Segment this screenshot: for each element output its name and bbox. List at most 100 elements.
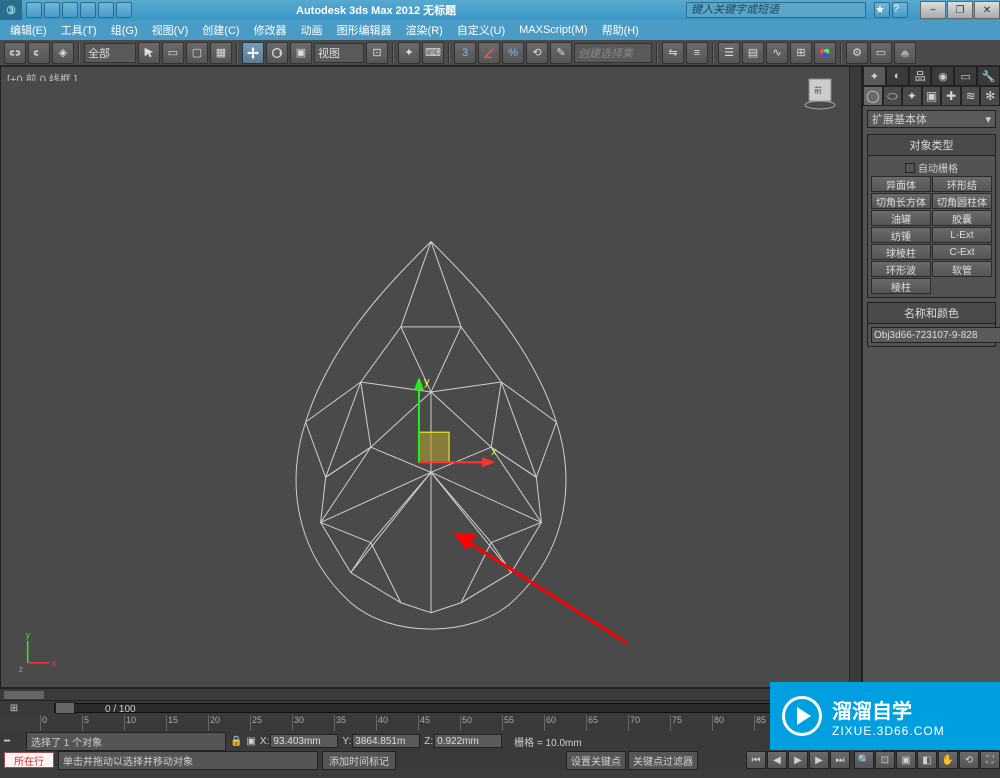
object-type-button[interactable]: 异面体: [871, 176, 931, 192]
menu-animation[interactable]: 动画: [295, 20, 329, 40]
graphite-tools-icon[interactable]: ▤: [742, 42, 764, 64]
nav-zoom-icon[interactable]: 🔍: [854, 751, 874, 769]
maximize-button[interactable]: ❐: [947, 1, 973, 19]
isolate-icon[interactable]: ▣: [246, 736, 255, 747]
curve-editor-icon[interactable]: ∿: [766, 42, 788, 64]
menu-help[interactable]: 帮助(H): [596, 20, 645, 40]
percent-snap-icon[interactable]: %: [502, 42, 524, 64]
view-cube[interactable]: 前: [801, 73, 841, 113]
key-filters-button[interactable]: 关键点过滤器: [628, 751, 698, 770]
nav-zoom-all-icon[interactable]: ⊡: [875, 751, 895, 769]
scrollbar-thumb[interactable]: [4, 691, 44, 699]
ref-coord-dropdown[interactable]: 视图: [314, 43, 364, 63]
next-frame-icon[interactable]: ▶: [809, 751, 829, 769]
render-setup-icon[interactable]: ⚙: [846, 42, 868, 64]
close-button[interactable]: ✕: [974, 1, 1000, 19]
select-name-icon[interactable]: ▭: [162, 42, 184, 64]
pivot-center-icon[interactable]: ⊡: [366, 42, 388, 64]
play-icon[interactable]: ▶: [788, 751, 808, 769]
object-type-button[interactable]: 球棱柱: [871, 244, 931, 260]
spinner-snap-icon[interactable]: ⟲: [526, 42, 548, 64]
tab-utilities[interactable]: 🔧: [977, 66, 1000, 86]
snap-toggle-icon[interactable]: 3: [454, 42, 476, 64]
coord-y-input[interactable]: [352, 734, 420, 748]
render-production-icon[interactable]: [894, 42, 916, 64]
menu-edit[interactable]: 编辑(E): [4, 20, 53, 40]
time-ruler[interactable]: 0510152025303540455055606570758085909510…: [40, 715, 880, 731]
select-rotate-icon[interactable]: [266, 42, 288, 64]
bind-spacewarp-icon[interactable]: ◈: [52, 42, 74, 64]
object-type-button[interactable]: C-Ext: [932, 244, 992, 260]
nav-fov-icon[interactable]: ◧: [917, 751, 937, 769]
object-type-button[interactable]: 切角圆柱体: [932, 193, 992, 209]
menu-maxscript[interactable]: MAXScript(M): [513, 22, 593, 38]
menu-tools[interactable]: 工具(T): [55, 20, 103, 40]
menu-customize[interactable]: 自定义(U): [451, 20, 511, 40]
rollup-head-objtype[interactable]: 对象类型: [868, 135, 995, 156]
star-icon[interactable]: ★: [874, 2, 890, 18]
named-selection-dropdown[interactable]: 创建选择集: [574, 43, 652, 63]
menu-view[interactable]: 视图(V): [146, 20, 195, 40]
sub-systems-icon[interactable]: ✻: [980, 86, 1000, 106]
rollup-head-name[interactable]: 名称和颜色: [868, 303, 995, 324]
tab-display[interactable]: ▭: [954, 66, 977, 86]
qat-redo-icon[interactable]: [98, 2, 114, 18]
lock-icon[interactable]: 🔒: [230, 736, 242, 747]
unlink-icon[interactable]: [28, 42, 50, 64]
help-icon[interactable]: ?: [892, 2, 908, 18]
menu-group[interactable]: 组(G): [105, 20, 144, 40]
manipulate-icon[interactable]: ✦: [398, 42, 420, 64]
autogrid-checkbox[interactable]: [905, 163, 915, 173]
help-search-input[interactable]: 键入关键字或短语: [686, 2, 866, 18]
sub-helpers-icon[interactable]: ✚: [941, 86, 961, 106]
object-type-button[interactable]: 切角长方体: [871, 193, 931, 209]
menu-create[interactable]: 创建(C): [196, 20, 245, 40]
mirror-icon[interactable]: ⇋: [662, 42, 684, 64]
qat-save-icon[interactable]: [62, 2, 78, 18]
object-type-button[interactable]: L-Ext: [932, 227, 992, 243]
sub-geometry-icon[interactable]: ◯: [863, 86, 883, 106]
sub-lights-icon[interactable]: ✦: [902, 86, 922, 106]
time-slider-thumb[interactable]: [55, 702, 75, 714]
tab-motion[interactable]: ◉: [931, 66, 954, 86]
select-region-icon[interactable]: ▢: [186, 42, 208, 64]
link-icon[interactable]: [4, 42, 26, 64]
edit-named-sel-icon[interactable]: ✎: [550, 42, 572, 64]
add-time-tag-button[interactable]: 添加时间标记: [322, 751, 396, 770]
sub-shapes-icon[interactable]: ⬭: [883, 86, 903, 106]
tab-hierarchy[interactable]: 品: [909, 66, 932, 86]
goto-end-icon[interactable]: ⏭: [830, 751, 850, 769]
rendered-frame-icon[interactable]: ▭: [870, 42, 892, 64]
viewport-scrollbar-v[interactable]: [849, 67, 861, 687]
sub-cameras-icon[interactable]: ▣: [922, 86, 942, 106]
selection-filter-dropdown[interactable]: 全部: [84, 43, 136, 63]
time-slider-track[interactable]: 0 / 100: [54, 703, 894, 713]
lock-selection-icon[interactable]: ━: [4, 736, 22, 747]
object-name-input[interactable]: [871, 327, 1000, 343]
object-type-button[interactable]: 环形结: [932, 176, 992, 192]
layer-manager-icon[interactable]: ☰: [718, 42, 740, 64]
keyboard-shortcut-icon[interactable]: ⌨: [422, 42, 444, 64]
tab-modify[interactable]: ◐: [886, 66, 909, 86]
prev-frame-icon[interactable]: ◀: [767, 751, 787, 769]
select-object-icon[interactable]: [138, 42, 160, 64]
qat-open-icon[interactable]: [44, 2, 60, 18]
select-move-icon[interactable]: [242, 42, 264, 64]
nav-pan-icon[interactable]: ✋: [938, 751, 958, 769]
tab-create[interactable]: ✦: [863, 66, 886, 86]
material-editor-icon[interactable]: [814, 42, 836, 64]
track-config-icon[interactable]: ⊞: [4, 703, 24, 714]
coord-z-input[interactable]: [434, 734, 502, 748]
menu-modifiers[interactable]: 修改器: [248, 20, 293, 40]
object-type-button[interactable]: 纺锤: [871, 227, 931, 243]
qat-more-icon[interactable]: [116, 2, 132, 18]
window-crossing-icon[interactable]: ▦: [210, 42, 232, 64]
object-type-button[interactable]: 油罐: [871, 210, 931, 226]
menu-rendering[interactable]: 渲染(R): [400, 20, 449, 40]
align-icon[interactable]: ≡: [686, 42, 708, 64]
qat-new-icon[interactable]: [26, 2, 42, 18]
nav-orbit-icon[interactable]: ⟲: [959, 751, 979, 769]
sub-spacewarps-icon[interactable]: ≋: [961, 86, 981, 106]
object-type-button[interactable]: 棱柱: [871, 278, 931, 294]
goto-start-icon[interactable]: ⏮: [746, 751, 766, 769]
